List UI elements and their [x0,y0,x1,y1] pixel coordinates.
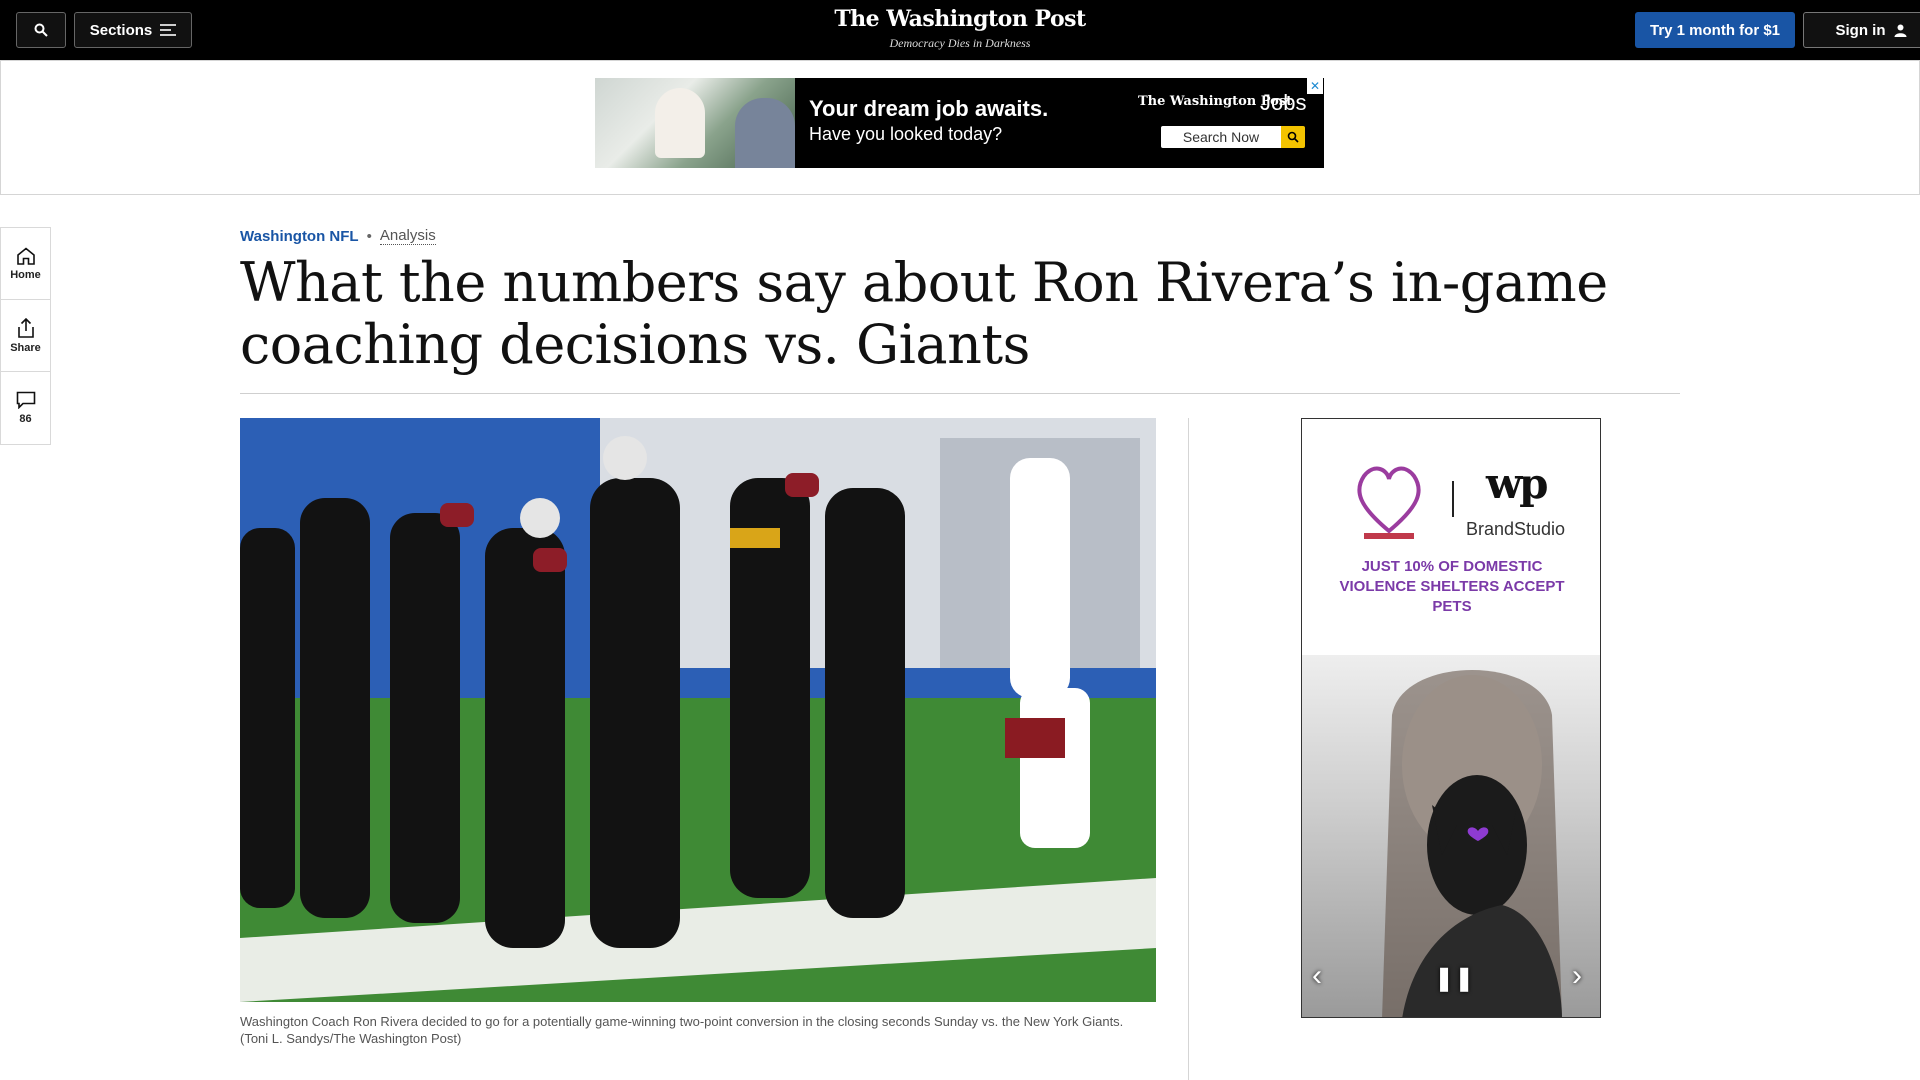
ad-headline: Your dream job awaits. [809,96,1049,121]
ad-message: JUST 10% OF DOMESTIC VIOLENCE SHELTERS A… [1339,558,1565,615]
lead-photo-illustration [240,418,1156,1002]
wp-logo: wp [1486,459,1549,508]
home-button[interactable]: Home [1,228,50,300]
ad-jobs-label: Jobs [1260,90,1307,115]
share-button[interactable]: Share [1,300,50,372]
tagline: Democracy Dies in Darkness [889,36,1031,50]
share-label: Share [10,341,41,354]
search-button[interactable] [16,12,66,48]
home-label: Home [10,268,41,281]
article-headline: What the numbers say about Ron Rivera’s … [240,251,1608,376]
ad-close-icon[interactable]: ✕ [1307,78,1323,94]
section-link[interactable]: Washington NFL [240,228,359,245]
article-kicker: Washington NFL • Analysis [240,227,436,245]
logo-divider [1452,481,1454,517]
sections-button[interactable]: Sections [74,12,192,48]
jobs-ad-banner[interactable]: Your dream job awaits. Have you looked t… [595,78,1324,168]
photo-caption: Washington Coach Ron Rivera decided to g… [240,1014,1124,1046]
sections-label: Sections [89,21,153,39]
purple-leash-logo [1357,466,1421,539]
menu-icon [160,24,177,36]
ad-next-icon[interactable]: › [1572,959,1582,993]
sign-in-label: Sign in [1835,21,1886,39]
logo-link[interactable]: The Washington Post [834,6,1086,32]
search-icon [34,23,48,37]
ad-photo [595,78,795,168]
subscribe-button[interactable]: Try 1 month for $1 [1635,12,1795,48]
ad-subline: Have you looked today? [809,124,1003,144]
comments-button[interactable]: 86 [1,372,50,444]
ad-search-button[interactable]: Search Now [1161,126,1281,148]
site-logo: The Washington Post Democracy Dies in Da… [0,6,1920,51]
ad-prev-icon[interactable]: ‹ [1312,959,1322,993]
comment-icon [16,391,35,409]
home-icon [16,246,35,265]
lead-photo [240,418,1156,1002]
sign-in-button[interactable]: Sign in [1803,12,1920,48]
kicker-separator: • [366,227,372,245]
top-navigation-bar: Sections The Washington Post Democracy D… [0,0,1920,60]
brandstudio-label: BrandStudio [1466,519,1566,539]
analysis-label[interactable]: Analysis [379,227,436,245]
brandstudio-side-ad[interactable]: wp BrandStudio JUST 10% OF DOMESTIC VIOL… [1301,418,1601,1018]
user-icon [1894,24,1906,37]
ad-search-icon-button[interactable] [1281,126,1305,148]
column-divider [1188,418,1189,1080]
share-icon [17,317,34,338]
headline-divider [240,393,1680,394]
search-icon [1287,131,1299,143]
comments-count: 86 [19,413,32,425]
left-action-rail: Home Share 86 [0,227,51,445]
ad-pause-icon[interactable]: ❚❚ [1434,964,1474,993]
